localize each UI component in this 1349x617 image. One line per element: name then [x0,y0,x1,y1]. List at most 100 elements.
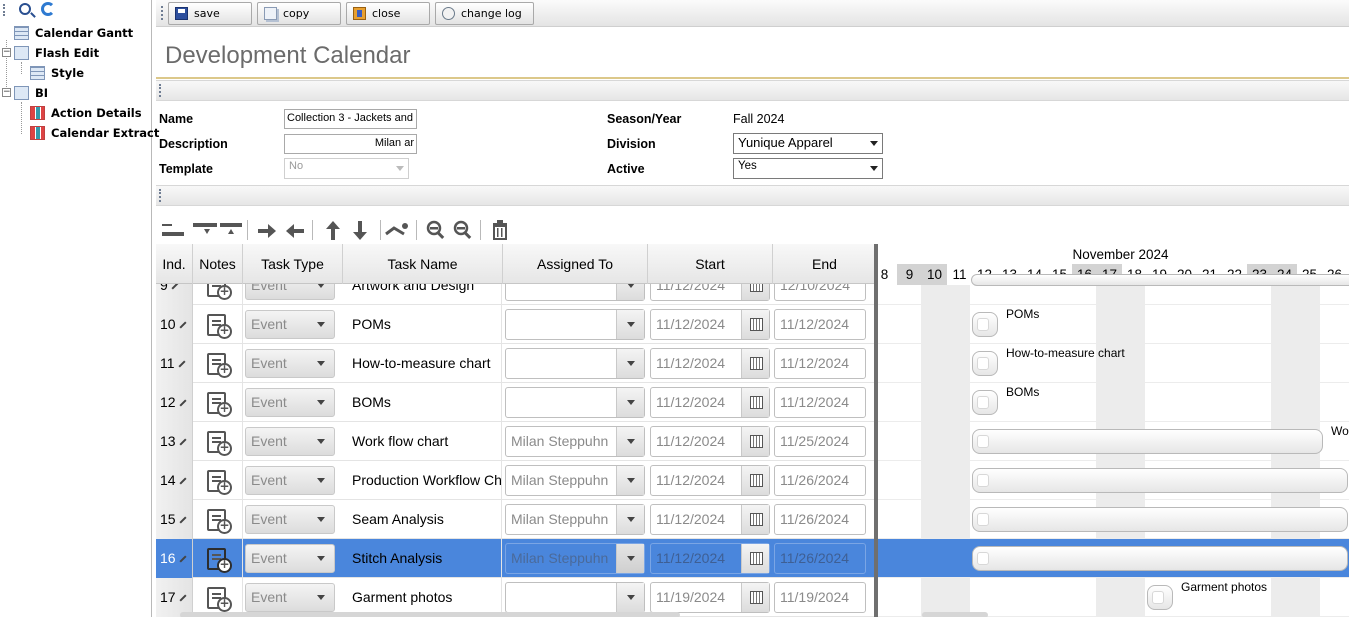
bar-handle[interactable] [977,396,989,409]
table-row[interactable]: 12 Event BOMs 11/12/2024 11/12/2024 [156,383,876,422]
add-note-icon[interactable] [207,431,232,456]
change-log-button[interactable]: change log [435,2,534,25]
header-notes[interactable]: Notes [193,244,243,284]
link-dependency-icon[interactable] [384,220,410,240]
add-note-icon[interactable] [207,587,232,612]
notes-cell[interactable] [193,383,243,422]
notes-cell[interactable] [193,344,243,383]
assigned-to-select[interactable] [505,309,645,340]
end-date-field[interactable]: 11/19/2024 [774,582,866,613]
edit-pencil-icon[interactable] [179,594,187,602]
dropdown-button[interactable] [616,505,644,534]
dropdown-button[interactable] [616,349,644,378]
collapse-toggle[interactable]: − [2,48,11,57]
header-ind[interactable]: Ind. [156,244,193,284]
gantt-horizontal-scrollbar[interactable] [922,612,988,617]
bar-handle[interactable] [977,435,989,448]
gantt-bar[interactable] [972,351,998,376]
assigned-to-select[interactable] [505,387,645,418]
dropdown-button[interactable] [616,466,644,495]
edit-pencil-icon[interactable] [179,516,187,524]
table-row[interactable]: 14 Event Production Workflow Ch Milan Stepp… [156,461,876,500]
end-date-field[interactable]: 11/12/2024 [774,309,866,340]
task-name-cell[interactable]: Work flow chart [344,422,502,461]
start-date-field[interactable]: 11/12/2024 [650,387,770,418]
notes-cell[interactable] [193,422,243,461]
task-name-cell[interactable]: Seam Analysis [344,500,502,539]
gantt-bar[interactable] [972,546,1348,571]
header-task-name[interactable]: Task Name [343,244,503,284]
table-row[interactable]: 16 Event Stitch Analysis Milan Steppuhn 11/1… [156,539,876,578]
refresh-icon[interactable] [41,2,55,16]
edit-pencil-icon[interactable] [178,360,186,368]
bar-handle[interactable] [977,474,989,487]
calendar-icon[interactable] [741,544,769,573]
add-note-icon[interactable] [207,392,232,417]
task-name-cell[interactable]: How-to-measure chart [344,344,502,383]
end-date-field[interactable]: 11/26/2024 [774,465,866,496]
calendar-icon[interactable] [741,466,769,495]
edit-pencil-icon[interactable] [179,477,187,485]
table-row[interactable]: 10 Event POMs 11/12/2024 11/12/2024 [156,305,876,344]
name-field[interactable]: Collection 3 - Jackets and B [284,109,417,129]
active-select[interactable]: Yes [733,158,883,179]
end-date-field[interactable]: 11/25/2024 [774,426,866,457]
task-name-cell[interactable]: POMs [344,305,502,344]
calendar-icon[interactable] [741,505,769,534]
gantt-bar[interactable] [1147,585,1173,610]
gantt-bar[interactable] [972,507,1348,532]
task-type-select[interactable]: Event [245,310,335,339]
tree-item-flash-edit[interactable]: Flash Edit [14,44,99,62]
task-type-select[interactable]: Event [245,505,335,534]
assigned-to-select[interactable]: Milan Steppuhn [505,465,645,496]
calendar-icon[interactable] [741,388,769,417]
edit-pencil-icon[interactable] [179,399,187,407]
table-row[interactable]: 13 Event Work flow chart Milan Steppuhn 11/1… [156,422,876,461]
start-date-field[interactable]: 11/12/2024 [650,504,770,535]
task-name-cell[interactable]: Production Workflow Ch [344,461,502,500]
gantt-bar[interactable] [972,468,1348,493]
template-select[interactable]: No [284,158,409,179]
start-date-field[interactable]: 11/19/2024 [650,582,770,613]
assigned-to-select[interactable]: Milan Steppuhn [505,543,645,574]
row-index[interactable]: 10 [156,305,193,344]
header-assigned-to[interactable]: Assigned To [503,244,648,284]
bar-handle[interactable] [977,318,989,331]
table-row[interactable]: 11 Event How-to-measure chart 11/12/2024 11/… [156,344,876,383]
save-button[interactable]: save [168,2,252,25]
task-type-select[interactable]: Event [245,583,335,612]
header-end[interactable]: End [773,244,876,284]
end-date-field[interactable]: 11/26/2024 [774,504,866,535]
tree-item-action-details[interactable]: Action Details [30,104,142,122]
grid-horizontal-scrollbar[interactable] [180,612,680,617]
add-note-icon[interactable] [207,509,232,534]
calendar-icon[interactable] [741,583,769,612]
end-date-field[interactable]: 11/12/2024 [774,387,866,418]
task-type-select[interactable]: Event [245,466,335,495]
gantt-bar[interactable] [972,390,998,415]
search-icon[interactable] [19,3,31,15]
start-date-field[interactable]: 11/12/2024 [650,543,770,574]
assigned-to-select[interactable] [505,348,645,379]
start-date-field[interactable]: 11/12/2024 [650,348,770,379]
table-row[interactable]: 15 Event Seam Analysis Milan Steppuhn 11/12/… [156,500,876,539]
assigned-to-select[interactable] [505,582,645,613]
start-date-field[interactable]: 11/12/2024 [650,309,770,340]
bar-handle[interactable] [977,357,989,370]
task-type-select[interactable]: Event [245,349,335,378]
tree-item-calendar-extract[interactable]: Calendar Extract [30,124,159,142]
row-index[interactable]: 15 [156,500,193,539]
row-index[interactable]: 16 [156,539,193,578]
header-start[interactable]: Start [648,244,773,284]
notes-cell[interactable] [193,461,243,500]
edit-pencil-icon[interactable] [179,555,187,563]
gantt-bar[interactable] [972,312,998,337]
copy-button[interactable]: copy [257,2,341,25]
tree-item-bi[interactable]: BI [14,84,48,102]
end-date-field[interactable]: 11/12/2024 [774,348,866,379]
dropdown-button[interactable] [616,388,644,417]
row-index[interactable]: 14 [156,461,193,500]
task-name-cell[interactable]: Stitch Analysis [344,539,502,578]
dropdown-button[interactable] [616,544,644,573]
zoom-in-icon[interactable] [453,220,473,240]
